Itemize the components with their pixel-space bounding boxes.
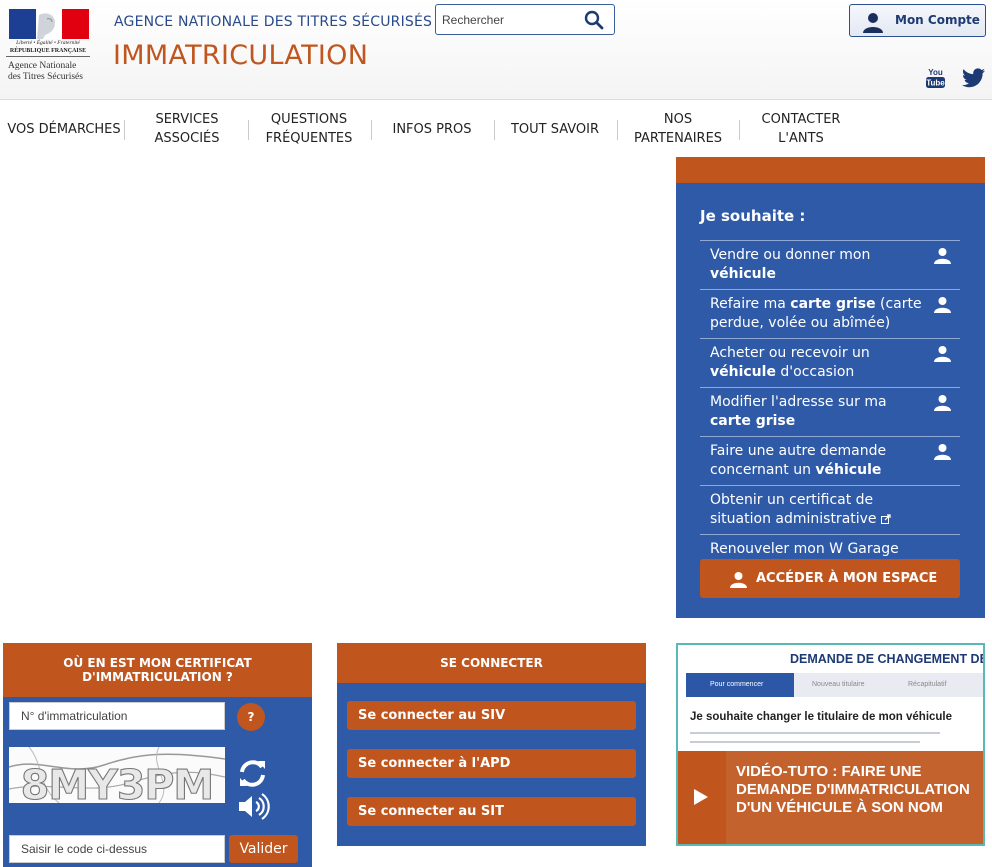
connect-siv-button[interactable]: Se connecter au SIV — [347, 701, 636, 730]
nav-questions-frequentes[interactable]: QUESTIONS FRÉQUENTES — [254, 100, 364, 158]
thumbnail-text-line — [690, 732, 940, 734]
play-icon — [694, 789, 708, 805]
certificate-box-title: OÙ EN EST MON CERTIFICAT D'IMMATRICULATI… — [3, 643, 312, 697]
user-icon — [934, 346, 951, 362]
nav-vos-demarches[interactable]: VOS DÉMARCHES — [6, 100, 122, 158]
wish-panel-topbar — [676, 157, 985, 183]
captcha-image: 8MY3PM — [9, 747, 225, 803]
thumbnail-tab: Récapitulatif — [908, 681, 947, 688]
thumbnail-tabbar: Pour commencer Nouveau titulaire Récapit… — [686, 673, 983, 697]
wish-item-vendre-vehicule[interactable]: Vendre ou donner mon véhicule — [700, 240, 960, 289]
wish-item-bold: véhicule — [710, 364, 776, 380]
wish-item-bold: carte grise — [710, 413, 796, 429]
search-input[interactable] — [442, 10, 582, 30]
connect-box-title: SE CONNECTER — [337, 643, 646, 683]
my-account-label: Mon Compte — [895, 13, 980, 27]
registration-number-input[interactable] — [9, 702, 225, 730]
wish-item-text: Obtenir un certificat de situation admin… — [710, 492, 877, 527]
wish-item-refaire-carte-grise[interactable]: Refaire ma carte grise (carte perdue, vo… — [700, 289, 960, 338]
user-icon — [934, 297, 951, 313]
search-box — [435, 4, 615, 35]
wish-item-bold: véhicule — [815, 462, 882, 478]
svg-text:You: You — [928, 68, 943, 77]
wish-item-bold: véhicule — [710, 266, 776, 282]
play-button[interactable] — [678, 751, 726, 844]
logo-agency: Agence Nationale des Titres Sécurisés — [8, 61, 92, 83]
captcha-code-input[interactable] — [9, 835, 225, 863]
search-icon[interactable] — [584, 10, 604, 30]
captcha-text: 8MY3PM — [21, 761, 213, 803]
nav-divider — [248, 120, 249, 140]
wish-panel-title: Je souhaite : — [700, 207, 806, 225]
nav-contacter-ants[interactable]: CONTACTER L'ANTS — [738, 100, 864, 158]
wish-item-text: Modifier l'adresse sur ma — [710, 394, 887, 410]
external-link-icon — [880, 514, 891, 524]
thumbnail-tab: Nouveau titulaire — [812, 681, 865, 688]
republique-francaise-logo[interactable]: Liberté • Égalité • Fraternité RÉPUBLIQU… — [6, 8, 90, 88]
site-title[interactable]: IMMATRICULATION — [113, 40, 368, 71]
logo-agency-line2: des Titres Sécurisés — [8, 72, 83, 82]
user-icon — [934, 444, 951, 460]
wish-item-text: Acheter ou recevoir un — [710, 345, 870, 361]
connect-apd-button[interactable]: Se connecter à l'APD — [347, 749, 636, 778]
refresh-captcha-icon[interactable] — [237, 758, 268, 789]
wish-item-bold: carte grise — [790, 296, 876, 312]
wish-list: Vendre ou donner mon véhicule Refaire ma… — [700, 240, 960, 564]
wish-item-text: d'occasion — [775, 364, 855, 380]
audio-captcha-icon[interactable] — [237, 793, 270, 820]
logo-agency-line1: Agence Nationale — [8, 61, 77, 71]
youtube-icon[interactable]: You Tube — [924, 67, 947, 88]
wish-item-acheter-vehicule[interactable]: Acheter ou recevoir un véhicule d'occasi… — [700, 338, 960, 387]
my-account-button[interactable]: Mon Compte — [849, 4, 986, 37]
marianne-flag-icon — [9, 9, 89, 39]
wish-item-text: Renouveler mon W Garage — [710, 541, 899, 557]
access-my-space-label: ACCÉDER À MON ESPACE — [756, 571, 938, 586]
wish-item-modifier-adresse[interactable]: Modifier l'adresse sur ma carte grise — [700, 387, 960, 436]
svg-text:Tube: Tube — [926, 79, 945, 88]
video-tutorial-box[interactable]: DEMANDE DE CHANGEMENT DE Pour commencer … — [676, 643, 985, 846]
user-icon — [730, 572, 747, 588]
wish-item-autre-demande[interactable]: Faire une autre demande concernant un vé… — [700, 436, 960, 485]
thumbnail-tab: Pour commencer — [686, 673, 794, 697]
thumbnail-title: DEMANDE DE CHANGEMENT DE — [790, 652, 985, 666]
nav-infos-pros[interactable]: INFOS PROS — [372, 100, 492, 158]
wish-item-certificat-situation[interactable]: Obtenir un certificat de situation admin… — [700, 485, 960, 534]
wish-item-text: Vendre ou donner mon — [710, 247, 871, 263]
video-caption[interactable]: VIDÉO-TUTO : FAIRE UNE DEMANDE D'IMMATRI… — [736, 763, 981, 817]
twitter-icon[interactable] — [962, 68, 985, 88]
wish-item-text: Refaire ma — [710, 296, 791, 312]
certificate-title-line2: D'IMMATRICULATION ? — [82, 670, 233, 684]
agency-name: AGENCE NATIONALE DES TITRES SÉCURISÉS — [114, 14, 433, 30]
connect-box: SE CONNECTER Se connecter au SIV Se conn… — [337, 643, 646, 846]
validate-button[interactable]: Valider — [229, 835, 298, 863]
wish-panel: Je souhaite : Vendre ou donner mon véhic… — [676, 157, 985, 618]
user-icon — [934, 248, 951, 264]
access-my-space-button[interactable]: ACCÉDER À MON ESPACE — [700, 559, 960, 598]
help-button[interactable]: ? — [237, 703, 265, 731]
certificate-status-box: OÙ EN EST MON CERTIFICAT D'IMMATRICULATI… — [3, 643, 312, 867]
connect-sit-button[interactable]: Se connecter au SIT — [347, 797, 636, 826]
nav-tout-savoir[interactable]: TOUT SAVOIR — [495, 100, 615, 158]
user-icon — [934, 395, 951, 411]
nav-nos-partenaires[interactable]: NOS PARTENAIRES — [618, 100, 738, 158]
main-navigation: VOS DÉMARCHES SERVICES ASSOCIÉS QUESTION… — [0, 100, 992, 158]
logo-republique: RÉPUBLIQUE FRANÇAISE — [6, 48, 90, 57]
user-icon — [863, 13, 883, 33]
certificate-title-line1: OÙ EN EST MON CERTIFICAT — [63, 656, 252, 670]
logo-motto: Liberté • Égalité • Fraternité — [16, 40, 80, 46]
nav-services-associes[interactable]: SERVICES ASSOCIÉS — [125, 100, 249, 158]
thumbnail-heading: Je souhaite changer le titulaire de mon … — [690, 711, 953, 723]
thumbnail-text-line — [690, 741, 920, 743]
